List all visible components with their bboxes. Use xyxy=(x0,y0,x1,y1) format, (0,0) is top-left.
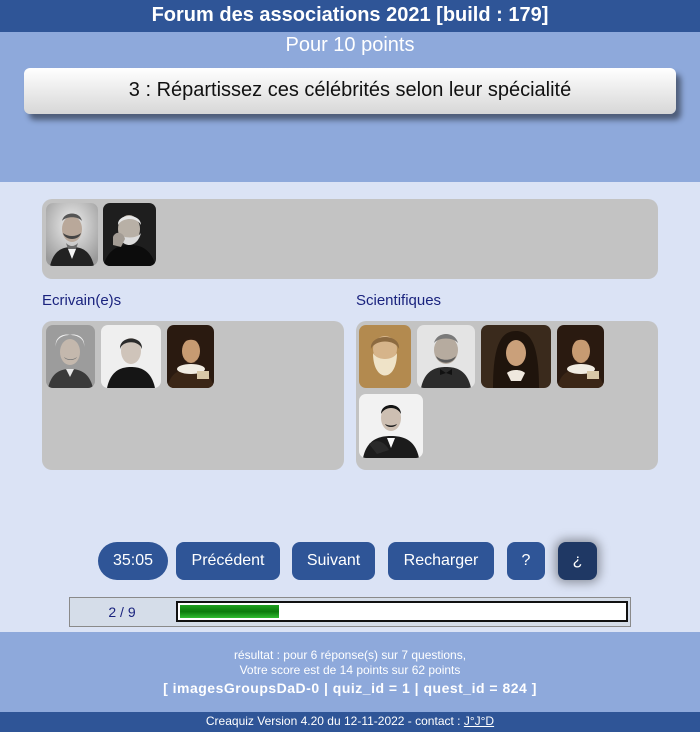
portrait-man-long-wig-image xyxy=(481,325,551,388)
question-title: 3 : Répartissez ces célébrités selon leu… xyxy=(24,68,676,114)
portrait-einstein-image xyxy=(46,325,95,388)
portrait-man-mustache-pose-image xyxy=(359,394,423,458)
portrait-man-ruff-collar-2-image xyxy=(557,325,604,388)
draggable-portrait[interactable] xyxy=(481,325,551,388)
footer-version-text: Creaquiz Version 4.20 du 12-11-2022 - co… xyxy=(205,714,464,728)
footer-bar: Creaquiz Version 4.20 du 12-11-2022 - co… xyxy=(0,712,700,732)
points-label: Pour 10 points xyxy=(285,34,415,56)
group-label-writers: Ecrivain(e)s xyxy=(42,292,122,309)
draggable-portrait[interactable] xyxy=(359,394,423,458)
timer-display: 35:05 xyxy=(98,542,168,580)
help-button[interactable]: ? xyxy=(507,542,545,580)
portrait-woman-dark-dress-image xyxy=(101,325,161,388)
draggable-portrait[interactable] xyxy=(46,325,95,388)
progress-panel: 2 / 9 xyxy=(69,597,631,627)
help-inverted-button[interactable]: ¿ xyxy=(558,542,597,580)
result-line-1: résultat : pour 6 réponse(s) sur 7 quest… xyxy=(233,648,467,662)
contact-link[interactable]: J°J°D xyxy=(464,714,494,728)
portrait-old-man-long-beard-image xyxy=(359,325,411,388)
draggable-portrait[interactable] xyxy=(101,325,161,388)
draggable-portrait[interactable] xyxy=(359,325,411,388)
draggable-portrait[interactable] xyxy=(167,325,214,388)
result-line-2: Votre score est de 14 points sur 62 poin… xyxy=(239,663,461,677)
previous-button[interactable]: Précédent xyxy=(176,542,280,580)
draggable-portrait[interactable] xyxy=(557,325,604,388)
portrait-man-bow-tie-image xyxy=(417,325,475,388)
portrait-man-mustache-image xyxy=(46,203,98,266)
reload-button[interactable]: Recharger xyxy=(388,542,494,580)
portrait-man-ruff-collar-image xyxy=(167,325,214,388)
progress-count: 2 / 9 xyxy=(108,604,136,620)
app-title: Forum des associations 2021 [build : 179… xyxy=(0,0,700,32)
draggable-portrait[interactable] xyxy=(417,325,475,388)
progress-bar-fill xyxy=(180,605,279,618)
draggable-portrait[interactable] xyxy=(46,203,98,266)
quiz-identifiers: [ imagesGroupsDaD-0 | quiz_id = 1 | ques… xyxy=(163,680,537,696)
portrait-man-beard-thinking-image xyxy=(103,203,156,266)
draggable-portrait[interactable] xyxy=(103,203,156,266)
next-button[interactable]: Suivant xyxy=(292,542,375,580)
progress-bar xyxy=(176,601,628,622)
group-label-scientists: Scientifiques xyxy=(356,292,442,309)
